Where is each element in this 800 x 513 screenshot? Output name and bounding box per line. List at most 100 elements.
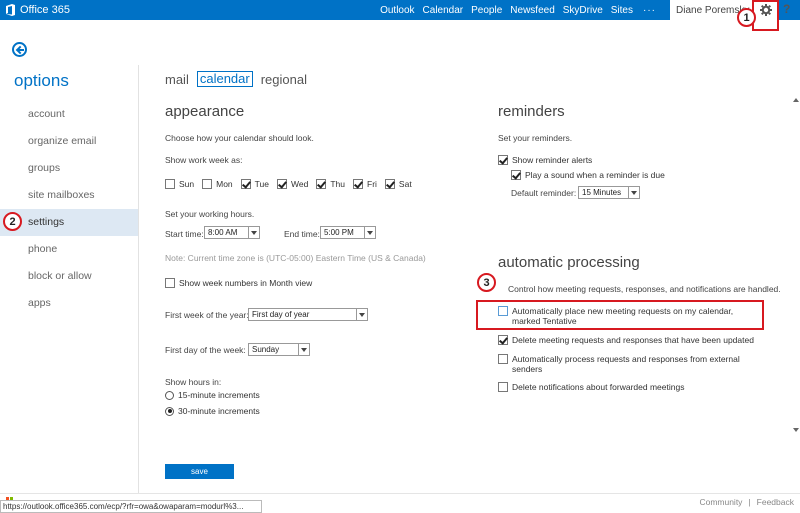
day-sun[interactable]: Sun [165, 179, 194, 189]
chevron-down-icon [628, 187, 639, 198]
day-sun-checkbox[interactable] [165, 179, 175, 189]
delete-updated-option[interactable]: Delete meeting requests and responses th… [498, 335, 754, 345]
day-sat[interactable]: Sat [384, 179, 412, 189]
leftnav-apps[interactable]: apps [0, 290, 138, 317]
day-tue-checkbox[interactable] [240, 179, 251, 189]
show-alerts-checkbox[interactable] [498, 155, 508, 165]
auto-process-option[interactable]: Automatically process requests and respo… [498, 354, 740, 374]
start-time-value: 8:00 AM [208, 228, 238, 237]
scroll-down-icon[interactable] [793, 428, 799, 432]
feedback-link[interactable]: Feedback [757, 497, 794, 507]
play-sound-option[interactable]: Play a sound when a reminder is due [511, 170, 665, 180]
default-reminder-select[interactable]: 15 Minutes [578, 186, 640, 199]
options-title: options [14, 71, 69, 90]
chevron-down-icon [364, 227, 375, 238]
page-scrollbar[interactable] [793, 98, 799, 432]
help-icon[interactable]: ? [783, 2, 790, 16]
week-numbers-option[interactable]: Show week numbers in Month view [165, 278, 312, 288]
day-thu-label: Thu [330, 179, 345, 189]
community-link[interactable]: Community [699, 497, 742, 507]
processing-desc: Control how meeting requests, responses,… [508, 284, 781, 294]
tab-mail[interactable]: mail [165, 72, 189, 87]
nav-outlook[interactable]: Outlook [380, 5, 414, 16]
callout-2: 2 [3, 212, 22, 231]
increment-30-label: 30-minute increments [178, 406, 260, 416]
day-tue-label: Tue [254, 179, 270, 189]
increment-15-option[interactable]: 15-minute increments [165, 390, 260, 400]
leftnav-block-or-allow[interactable]: block or allow [0, 263, 138, 290]
end-time-label: End time: [284, 229, 320, 239]
tab-regional[interactable]: regional [261, 72, 307, 87]
appearance-desc: Choose how your calendar should look. [165, 133, 314, 143]
delete-updated-checkbox[interactable] [498, 335, 508, 345]
nav-people[interactable]: People [471, 5, 502, 16]
show-alerts-label: Show reminder alerts [512, 155, 593, 165]
sidebar-divider [138, 65, 139, 493]
back-arrow-icon[interactable] [12, 42, 27, 57]
first-day-label: First day of the week: [165, 345, 246, 355]
leftnav-organize-email[interactable]: organize email [0, 128, 138, 155]
delete-forwarded-option[interactable]: Delete notifications about forwarded mee… [498, 382, 684, 392]
day-fri-label: Fri [367, 179, 377, 189]
save-button[interactable]: save [165, 464, 234, 479]
auto-process-label: Automatically process requests and respo… [512, 354, 740, 374]
week-numbers-checkbox[interactable] [165, 278, 175, 288]
office-logo-icon [6, 4, 15, 16]
week-numbers-label: Show week numbers in Month view [179, 278, 313, 288]
settings-gear-button[interactable] [752, 0, 779, 31]
leftnav-groups[interactable]: groups [0, 155, 138, 182]
day-tue[interactable]: Tue [240, 179, 270, 189]
first-day-value: Sunday [252, 345, 280, 354]
day-wed[interactable]: Wed [277, 179, 308, 189]
leftnav-phone[interactable]: phone [0, 236, 138, 263]
callout-3: 3 [477, 273, 496, 292]
nav-calendar[interactable]: Calendar [423, 5, 464, 16]
day-mon-label: Mon [216, 179, 233, 189]
day-mon[interactable]: Mon [202, 179, 233, 189]
increment-30-radio[interactable] [165, 406, 174, 416]
play-sound-checkbox[interactable] [511, 170, 521, 180]
day-thu[interactable]: Thu [316, 179, 345, 189]
office365-brand[interactable]: Office 365 [0, 0, 70, 20]
increment-30-option[interactable]: 30-minute increments [165, 406, 260, 416]
first-day-select[interactable]: Sunday [248, 343, 310, 356]
default-reminder-label: Default reminder: [511, 188, 577, 198]
footer-links: Community | Feedback [699, 497, 794, 507]
day-thu-checkbox[interactable] [316, 179, 327, 189]
end-time-select[interactable]: 5:00 PM [320, 226, 376, 239]
start-time-label: Start time: [165, 229, 204, 239]
day-mon-checkbox[interactable] [202, 179, 213, 189]
default-reminder-value: 15 Minutes [582, 188, 622, 197]
more-icon[interactable]: ··· [643, 5, 656, 16]
auto-process-checkbox[interactable] [498, 354, 508, 364]
start-time-select[interactable]: 8:00 AM [204, 226, 260, 239]
increment-15-radio[interactable] [165, 390, 174, 400]
timezone-note: Note: Current time zone is (UTC-05:00) E… [165, 253, 426, 263]
increment-15-label: 15-minute increments [178, 390, 260, 400]
day-fri[interactable]: Fri [353, 179, 377, 189]
reminders-heading: reminders [498, 103, 565, 120]
chevron-down-icon [298, 344, 309, 355]
tab-calendar[interactable]: calendar [196, 71, 253, 87]
day-wed-checkbox[interactable] [277, 179, 288, 189]
show-alerts-option[interactable]: Show reminder alerts [498, 155, 592, 165]
leftnav-account[interactable]: account [0, 101, 138, 128]
nav-sites[interactable]: Sites [611, 5, 633, 16]
working-hours-label: Set your working hours. [165, 209, 255, 219]
auto-process-line-2: senders [512, 364, 543, 374]
leftnav-site-mailboxes[interactable]: site mailboxes [0, 182, 138, 209]
day-sat-checkbox[interactable] [384, 179, 395, 189]
browser-status-url: https://outlook.office365.com/ecp/?rfr=o… [0, 500, 262, 513]
first-week-select[interactable]: First day of year [248, 308, 368, 321]
nav-skydrive[interactable]: SkyDrive [563, 5, 603, 16]
scroll-up-icon[interactable] [793, 98, 799, 102]
day-fri-checkbox[interactable] [353, 179, 363, 189]
day-sun-label: Sun [179, 179, 195, 189]
nav-newsfeed[interactable]: Newsfeed [510, 5, 554, 16]
callout-1: 1 [737, 8, 756, 27]
gear-icon [759, 4, 772, 16]
delete-updated-label: Delete meeting requests and responses th… [512, 335, 754, 345]
delete-forwarded-checkbox[interactable] [498, 382, 508, 392]
show-hours-label: Show hours in: [165, 377, 222, 387]
reminders-desc: Set your reminders. [498, 133, 573, 143]
